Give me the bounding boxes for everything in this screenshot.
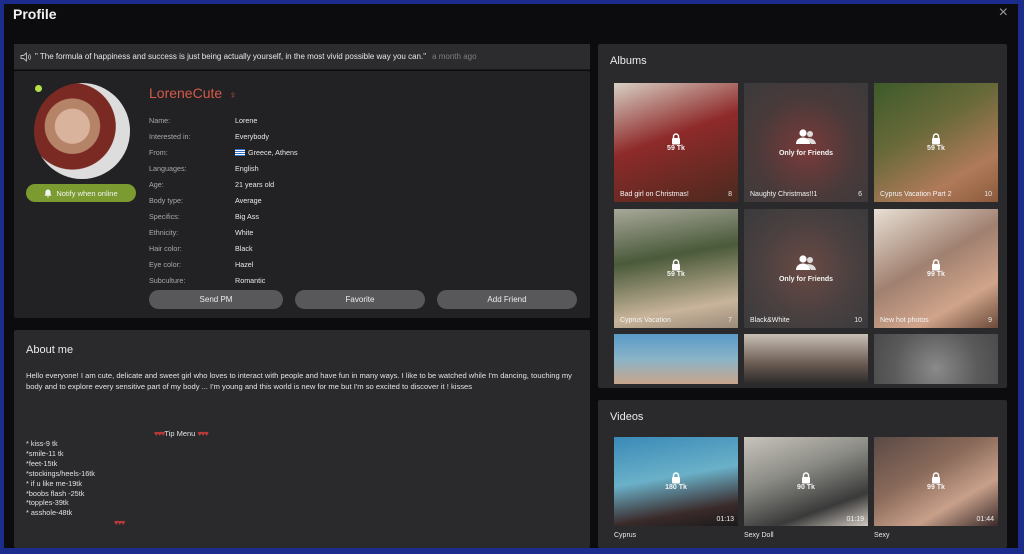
video-price: 180 Tk (665, 484, 687, 491)
lock-icon (932, 472, 940, 484)
video-tile[interactable]: 180 Tk 01:13 (614, 437, 738, 526)
hearts-icon: ♥♥♥ (154, 429, 165, 438)
videos-title: Videos (610, 411, 644, 423)
info-row-languages: Languages: English (149, 164, 259, 173)
status-bar: " The formula of happiness and success i… (14, 44, 590, 70)
hearts-icon: ♥♥♥ (197, 429, 208, 438)
album-price: 59 Tk (667, 271, 685, 278)
lock-icon (802, 472, 810, 484)
notify-when-online-button[interactable]: Notify when online (26, 184, 136, 202)
tip-item: *topples-39tk (26, 498, 69, 508)
tip-item: *boobs flash -25tk (26, 488, 85, 498)
album-caption: Black&White (750, 317, 790, 324)
friends-icon (796, 255, 816, 270)
album-price: 59 Tk (667, 145, 685, 152)
profile-modal: Profile × " The formula of happiness and… (4, 4, 1018, 548)
info-row-subculture: Subculture: Romantic (149, 276, 266, 285)
tip-menu-list: * kiss-9 tk *smile-11 tk *feet-15tk *sto… (26, 439, 95, 518)
close-icon[interactable]: × (999, 4, 1008, 22)
video-duration: 01:19 (846, 516, 864, 523)
about-title: About me (26, 344, 74, 356)
album-count: 9 (988, 317, 992, 324)
album-count: 7 (728, 317, 732, 324)
status-message: " The formula of happiness and success i… (35, 52, 427, 61)
info-row-eye-color: Eye color: Hazel (149, 260, 254, 269)
tip-item: * asshole-48tk (26, 508, 73, 518)
hearts-icon: ♥♥♥ (114, 518, 125, 527)
lock-icon (672, 259, 680, 271)
album-tile-partial[interactable] (874, 334, 998, 384)
video-tile[interactable]: 99 Tk 01:44 (874, 437, 998, 526)
info-row-interested-in: Interested in: Everybody (149, 132, 269, 141)
video-tile[interactable]: 90 Tk 01:19 (744, 437, 868, 526)
info-row-from: From: Greece, Athens (149, 148, 298, 157)
tip-item: * kiss-9 tk (26, 439, 58, 448)
tip-menu-title: ♥♥♥Tip Menu ♥♥♥ (154, 429, 209, 438)
profile-card: Notify when online LoreneCute ♀ Name: Lo… (14, 71, 590, 318)
info-row-ethnicity: Ethnicity: White (149, 228, 254, 237)
status-time: a month ago (432, 52, 477, 61)
lock-icon (932, 133, 940, 145)
album-tile[interactable]: 59 Tk Cyprus Vacation Part 2 10 (874, 83, 998, 202)
username: LoreneCute (149, 85, 223, 101)
video-caption[interactable]: Sexy (874, 532, 890, 539)
album-price: Only for Friends (778, 150, 834, 157)
album-caption: New hot photos (880, 317, 929, 324)
album-count: 10 (854, 317, 862, 324)
video-price: 99 Tk (927, 484, 945, 491)
greece-flag-icon (235, 149, 245, 156)
lock-icon (932, 259, 940, 271)
album-caption: Cyprus Vacation (620, 317, 671, 324)
album-tile[interactable]: Only for Friends Naughty Christmas!!1 6 (744, 83, 868, 202)
info-row-body-type: Body type: Average (149, 196, 262, 205)
favorite-button[interactable]: Favorite (295, 290, 425, 309)
username-title: LoreneCute ♀ (149, 85, 237, 101)
video-caption[interactable]: Sexy Doll (744, 532, 774, 539)
album-price: 59 Tk (927, 145, 945, 152)
videos-card: Videos 180 Tk 01:13 Cyprus 90 Tk 01:19 S… (598, 400, 1007, 548)
bell-icon (44, 189, 52, 197)
info-row-hair-color: Hair color: Black (149, 244, 253, 253)
albums-card: Albums 59 Tk Bad girl on Christmas! 8 On… (598, 44, 1007, 388)
about-me-card: About me Hello everyone! I am cute, deli… (14, 330, 590, 548)
info-row-specifics: Specifics: Big Ass (149, 212, 259, 221)
album-tile[interactable]: Only for Friends Black&White 10 (744, 209, 868, 328)
album-count: 10 (984, 191, 992, 198)
album-price: Only for Friends (778, 276, 834, 283)
albums-title: Albums (610, 55, 647, 67)
tip-item: * if u like me-19tk (26, 478, 82, 488)
lock-icon (672, 472, 680, 484)
tip-item: *stockings/heels-16tk (26, 468, 95, 478)
tip-item: *smile-11 tk (26, 448, 64, 458)
album-tile[interactable]: 59 Tk Bad girl on Christmas! 8 (614, 83, 738, 202)
video-caption[interactable]: Cyprus (614, 532, 636, 539)
album-count: 6 (858, 191, 862, 198)
album-caption: Bad girl on Christmas! (620, 191, 689, 198)
friends-icon (796, 129, 816, 144)
tip-item: *feet-15tk (26, 458, 58, 468)
album-count: 8 (728, 191, 732, 198)
album-tile[interactable]: 59 Tk Cyprus Vacation 7 (614, 209, 738, 328)
video-duration: 01:44 (976, 516, 994, 523)
album-tile[interactable]: 99 Tk New hot photos 9 (874, 209, 998, 328)
notify-label: Notify when online (56, 188, 118, 198)
video-duration: 01:13 (716, 516, 734, 523)
avatar[interactable] (34, 83, 130, 179)
lock-icon (672, 133, 680, 145)
video-price: 90 Tk (797, 484, 815, 491)
album-caption: Naughty Christmas!!1 (750, 191, 818, 198)
add-friend-button[interactable]: Add Friend (437, 290, 577, 309)
album-price: 99 Tk (927, 271, 945, 278)
send-pm-button[interactable]: Send PM (149, 290, 283, 309)
album-tile-partial[interactable] (744, 334, 868, 384)
album-tile-partial[interactable] (614, 334, 738, 384)
speaker-icon (20, 51, 31, 62)
modal-title: Profile (13, 6, 57, 22)
info-row-name: Name: Lorene (149, 116, 258, 125)
about-text: Hello everyone! I am cute, delicate and … (26, 371, 572, 391)
online-status-dot (35, 85, 42, 92)
female-gender-icon: ♀ (229, 90, 237, 101)
info-row-age: Age: 21 years old (149, 180, 275, 189)
album-caption: Cyprus Vacation Part 2 (880, 191, 952, 198)
